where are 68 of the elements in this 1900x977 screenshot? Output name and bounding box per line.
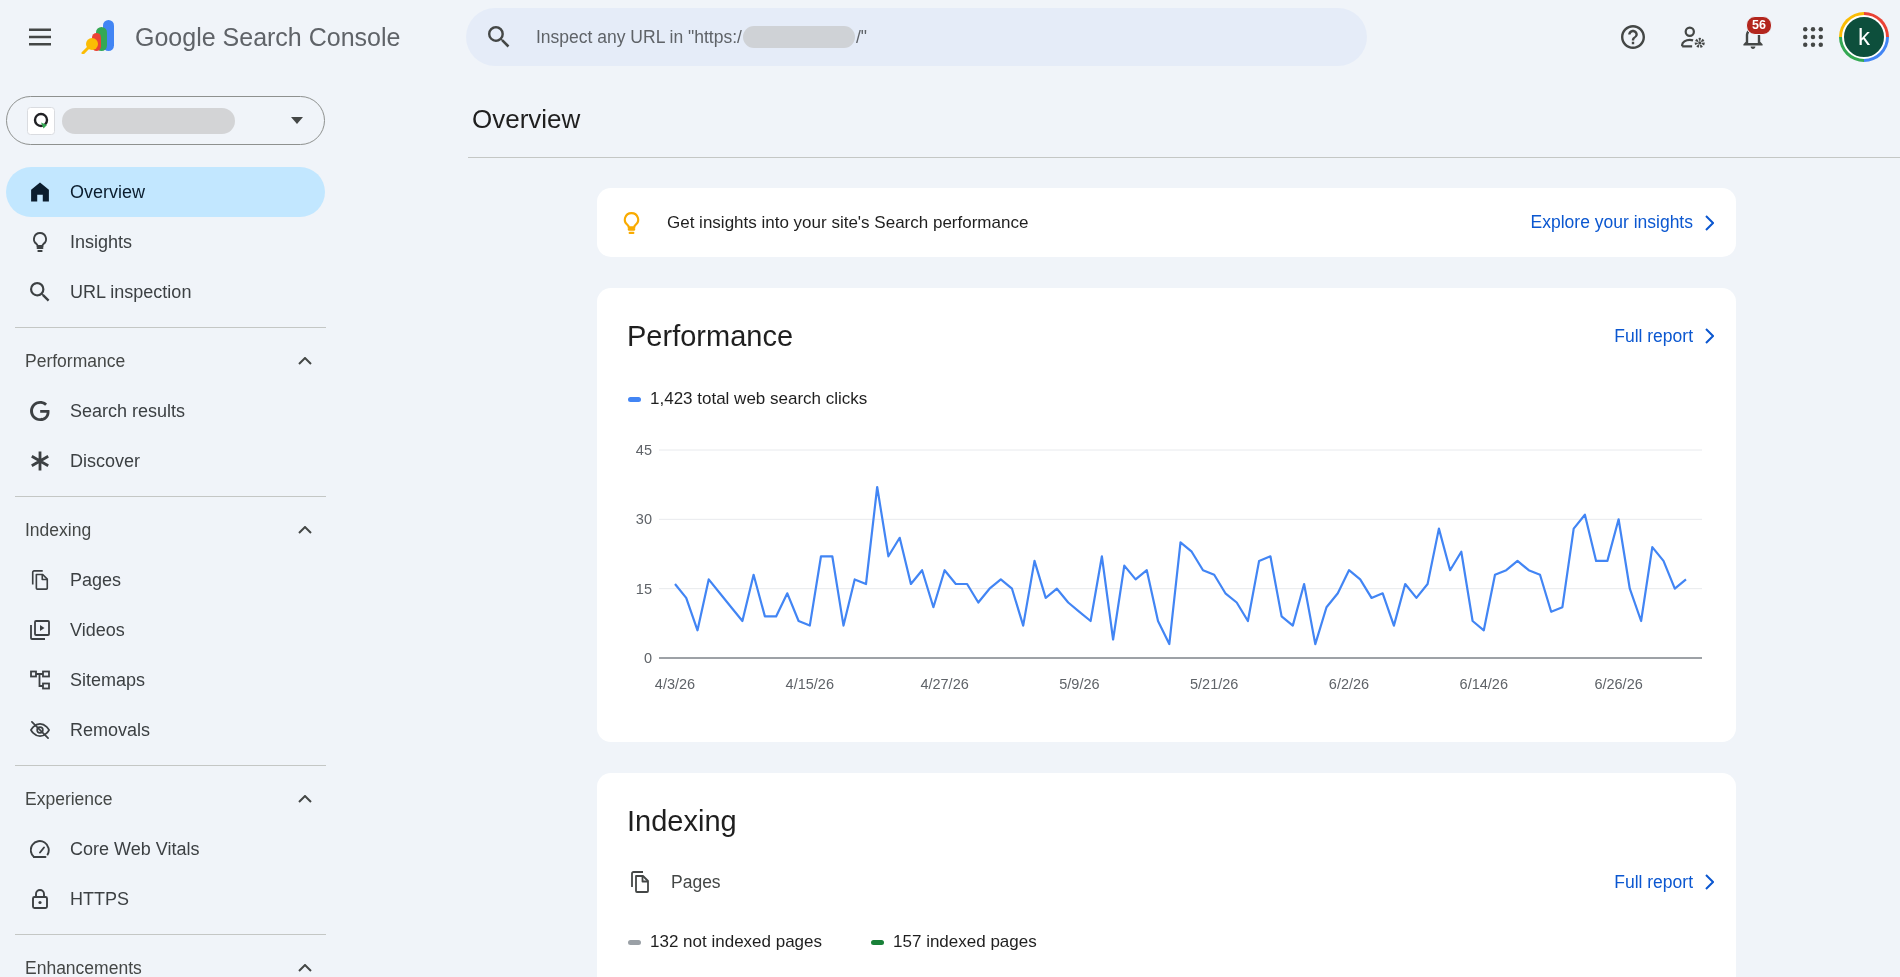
x-axis-label: 6/26/26	[1594, 676, 1643, 692]
stacked-pages-icon	[30, 570, 50, 590]
search-icon	[30, 282, 50, 302]
x-axis-label: 5/21/26	[1190, 676, 1239, 692]
asterisk-icon	[30, 451, 50, 471]
menu-icon	[29, 28, 51, 46]
full-report-link[interactable]: Full report	[1614, 325, 1720, 347]
nav-item[interactable]: Videos	[6, 605, 325, 655]
full-report-link[interactable]: Full report	[1614, 871, 1720, 893]
site-favicon-icon	[27, 106, 55, 135]
chevron-right-icon	[1705, 328, 1714, 344]
placeholder-text: Inspect any URL in "https:/	[536, 26, 742, 48]
search-field[interactable]: Inspect any URL in "https:/ /"	[466, 8, 1367, 66]
placeholder-text: /"	[855, 26, 868, 48]
insights-text: Get insights into your site's Search performance	[667, 212, 1029, 233]
home-icon	[30, 182, 50, 202]
y-axis-label: 30	[635, 511, 652, 528]
help-icon	[1621, 25, 1645, 49]
nav-item[interactable]: Core Web Vitals	[6, 824, 325, 874]
card-title: Indexing	[627, 804, 737, 839]
legend-label: 157 indexed pages	[893, 931, 1037, 953]
nav-item[interactable]: HTTPS	[6, 874, 325, 924]
stacked-pages-icon	[630, 871, 650, 893]
section-header[interactable]: Experience	[6, 774, 325, 824]
google-g-icon	[30, 401, 50, 421]
nav-item[interactable]: URL inspection	[6, 267, 325, 317]
nav-item[interactable]: Overview	[6, 167, 325, 217]
nav-item[interactable]: Removals	[6, 705, 325, 755]
chevron-right-icon	[1705, 214, 1714, 231]
account-avatar[interactable]: k	[1839, 12, 1889, 62]
section-header[interactable]: Enhancements	[6, 943, 325, 977]
person-gear-icon	[1681, 25, 1705, 49]
sitemap-icon	[30, 670, 50, 690]
eye-slash-icon	[30, 720, 50, 740]
x-axis-label: 6/2/26	[1328, 676, 1370, 692]
y-axis-label: 45	[635, 442, 652, 458]
nav-item[interactable]: Pages	[6, 555, 325, 605]
y-axis-label: 0	[643, 650, 652, 666]
x-axis-label: 4/15/26	[785, 676, 834, 692]
caret-icon	[291, 117, 303, 124]
page-title: Overview	[472, 103, 581, 136]
lightbulb-icon	[30, 232, 50, 252]
x-axis-label: 5/9/26	[1059, 676, 1100, 692]
notifications-button[interactable]: 56	[1729, 13, 1777, 61]
x-axis-label: 6/14/26	[1459, 676, 1508, 692]
nav-item[interactable]: Discover	[6, 436, 325, 486]
video-library-icon	[30, 620, 50, 640]
explore-insights-link[interactable]: Explore your insights	[1530, 212, 1720, 233]
notification-badge: 56	[1746, 16, 1772, 35]
section-header[interactable]: Performance	[6, 336, 325, 386]
search-icon	[488, 26, 510, 48]
apps-grid-icon	[1803, 27, 1823, 47]
app-title: Google Search Console	[135, 22, 401, 52]
card-title: Performance	[627, 319, 793, 354]
y-axis-label: 15	[635, 580, 652, 597]
nav-item[interactable]: Search results	[6, 386, 325, 436]
section-header[interactable]: Indexing	[6, 505, 325, 555]
nav-item[interactable]: Sitemaps	[6, 655, 325, 705]
lightbulb-icon	[623, 211, 640, 234]
x-axis-label: 4/3/26	[654, 676, 696, 692]
legend-label: 1,423 total web search clicks	[650, 388, 868, 410]
legend-label: 132 not indexed pages	[650, 931, 823, 953]
gauge-icon	[30, 839, 50, 859]
chevron-right-icon	[1705, 874, 1714, 890]
lock-icon	[30, 889, 50, 909]
nav-item[interactable]: Insights	[6, 217, 325, 267]
row-label: Pages	[671, 871, 721, 893]
x-axis-label: 4/27/26	[920, 676, 969, 692]
